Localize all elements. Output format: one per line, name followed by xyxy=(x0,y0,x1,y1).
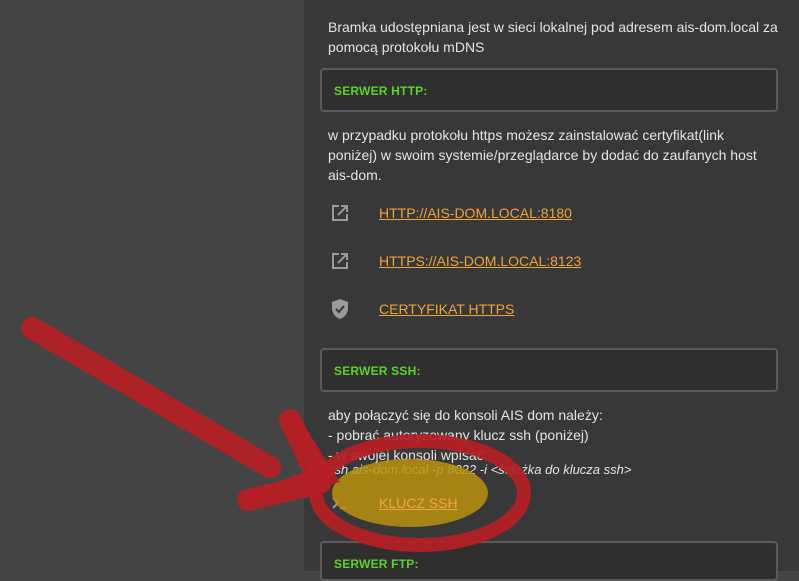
ssh-desc-line-1: aby połączyć się do konsoli AIS dom nale… xyxy=(328,407,603,423)
http-section-title: SERWER HTTP: xyxy=(334,84,428,98)
http-desc-line-1: w przypadku protokołu https możesz zains… xyxy=(328,127,725,143)
ssh-key-link-row-overlay[interactable]: KLUCZ SSH xyxy=(320,487,778,523)
certificate-link[interactable]: CERTYFIKAT HTTPS xyxy=(379,301,514,317)
ssh-description: aby połączyć się do konsoli AIS dom nale… xyxy=(328,405,783,465)
left-background xyxy=(0,0,304,571)
open-in-new-icon xyxy=(328,201,352,225)
https-link[interactable]: HTTPS://AIS-DOM.LOCAL:8123 xyxy=(379,253,581,269)
ssh-key-link-overlay[interactable]: KLUCZ SSH xyxy=(379,495,458,511)
http-desc-line-2: poniżej) w swoim systemie/przeglądarce b… xyxy=(328,147,757,163)
http-desc-line-3: ais-dom. xyxy=(328,167,382,183)
ssh-desc-line-2: - pobrać autoryzowany klucz ssh (poniżej… xyxy=(328,427,589,443)
ssh-section-title: SERWER SSH: xyxy=(334,364,421,378)
ssh-command: ssh ais-dom.local -p 8022 -i <ścieżka do… xyxy=(328,462,632,477)
https-link-row[interactable]: HTTPS://AIS-DOM.LOCAL:8123 xyxy=(320,245,778,281)
http-section-header[interactable]: SERWER HTTP: xyxy=(320,68,778,112)
ssh-section-header[interactable]: SERWER SSH: xyxy=(320,348,778,392)
ftp-section-title: SERWER FTP: xyxy=(334,557,419,571)
intro-text: Bramka udostępniana jest w sieci lokalne… xyxy=(328,17,783,57)
ftp-section-header[interactable]: SERWER FTP: xyxy=(320,541,778,581)
http-description: w przypadku protokołu https możesz zains… xyxy=(328,125,783,185)
certificate-link-row[interactable]: CERTYFIKAT HTTPS xyxy=(320,293,778,329)
intro-line-2: pomocą protokołu mDNS xyxy=(328,39,485,55)
open-in-new-icon xyxy=(328,249,352,273)
http-link[interactable]: HTTP://AIS-DOM.LOCAL:8180 xyxy=(379,205,572,221)
intro-line-1: Bramka udostępniana jest w sieci lokalne… xyxy=(328,19,778,35)
http-link-row[interactable]: HTTP://AIS-DOM.LOCAL:8180 xyxy=(320,197,778,233)
shield-check-icon xyxy=(328,297,352,321)
